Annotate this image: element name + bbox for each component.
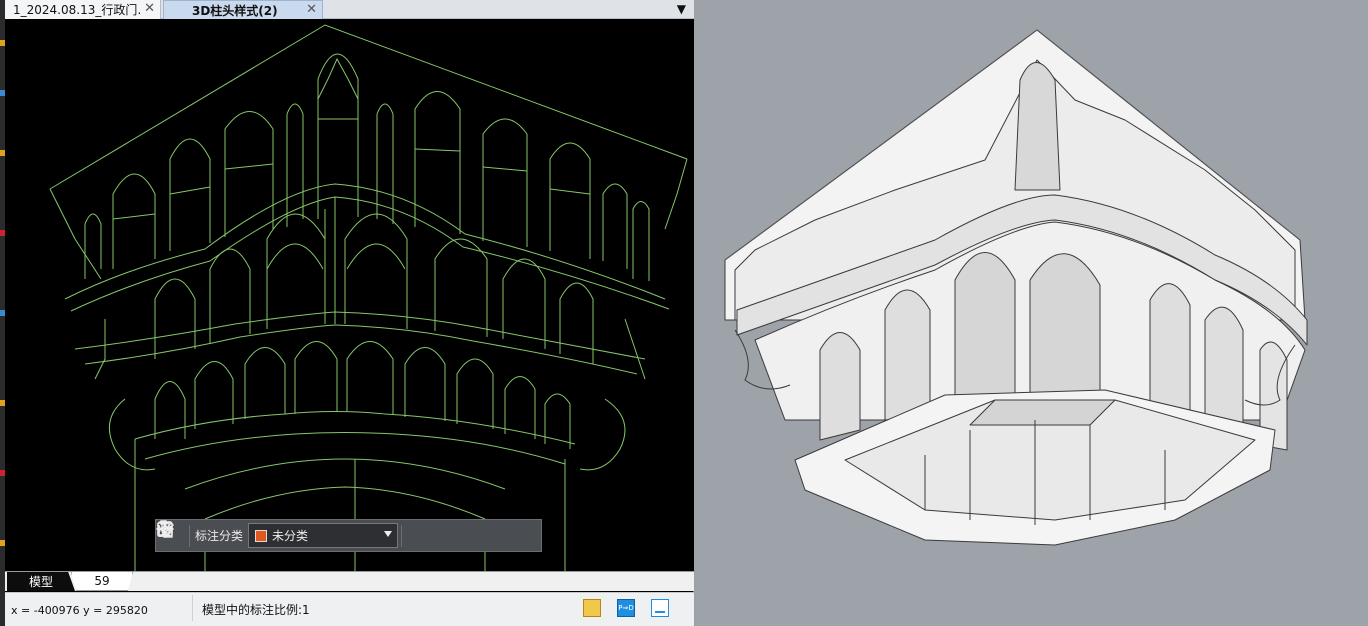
folder-icon[interactable]: [583, 599, 601, 617]
tab-layout-59[interactable]: 59: [71, 572, 133, 591]
capital-wireframe: [49, 24, 688, 571]
chevron-down-icon: [384, 531, 393, 537]
tab-label: 1_2024.08.13_行政门…: [13, 3, 141, 17]
paste-icon[interactable]: [157, 520, 525, 551]
toolbar-divider: [189, 524, 190, 547]
capital-render: [724, 29, 1308, 546]
category-color-swatch: [255, 529, 268, 542]
paper-model-toggle-icon[interactable]: P⇒D: [617, 599, 635, 617]
tab-model[interactable]: 模型: [7, 572, 75, 591]
annotation-scale: 模型中的标注比例:1: [202, 603, 310, 617]
selected-category: 未分类: [272, 529, 309, 543]
tab-document-2[interactable]: 3D柱头样式(2) ✕: [163, 0, 323, 19]
render-viewport[interactable]: [695, 0, 1368, 626]
move-icon[interactable]: [156, 520, 465, 551]
status-bar: x = -400976 y = 295820 模型中的标注比例:1 P⇒D: [5, 592, 694, 626]
layout-tab-bar: 模型 59: [5, 571, 694, 591]
annotation-toolbar: 标注分类 未分类: [155, 519, 542, 552]
cursor-coordinates: x = -400976 y = 295820: [11, 604, 148, 617]
close-icon[interactable]: ✕: [306, 2, 317, 17]
close-icon[interactable]: ✕: [144, 1, 155, 16]
window-icon[interactable]: [651, 599, 669, 617]
annotation-category-label: 标注分类: [195, 529, 244, 543]
coordinate-box: x = -400976 y = 295820: [5, 595, 193, 621]
annotation-category-select[interactable]: 未分类: [248, 523, 399, 548]
copy-icon[interactable]: [158, 521, 495, 551]
wireframe-viewport[interactable]: 标注分类 未分类: [5, 19, 694, 571]
document-tab-bar: 1_2024.08.13_行政门… ✕ 3D柱头样式(2) ✕ ▼: [5, 0, 694, 19]
edit-icon[interactable]: [158, 521, 435, 551]
tab-document-1[interactable]: 1_2024.08.13_行政门… ✕: [5, 0, 161, 19]
cad-window: 1_2024.08.13_行政门… ✕ 3D柱头样式(2) ✕ ▼ 标注分类 未…: [5, 0, 694, 626]
tab-label: 3D柱头样式(2): [192, 3, 278, 18]
tabs-dropdown-icon[interactable]: ▼: [677, 2, 686, 16]
toolbar-divider: [401, 524, 403, 547]
